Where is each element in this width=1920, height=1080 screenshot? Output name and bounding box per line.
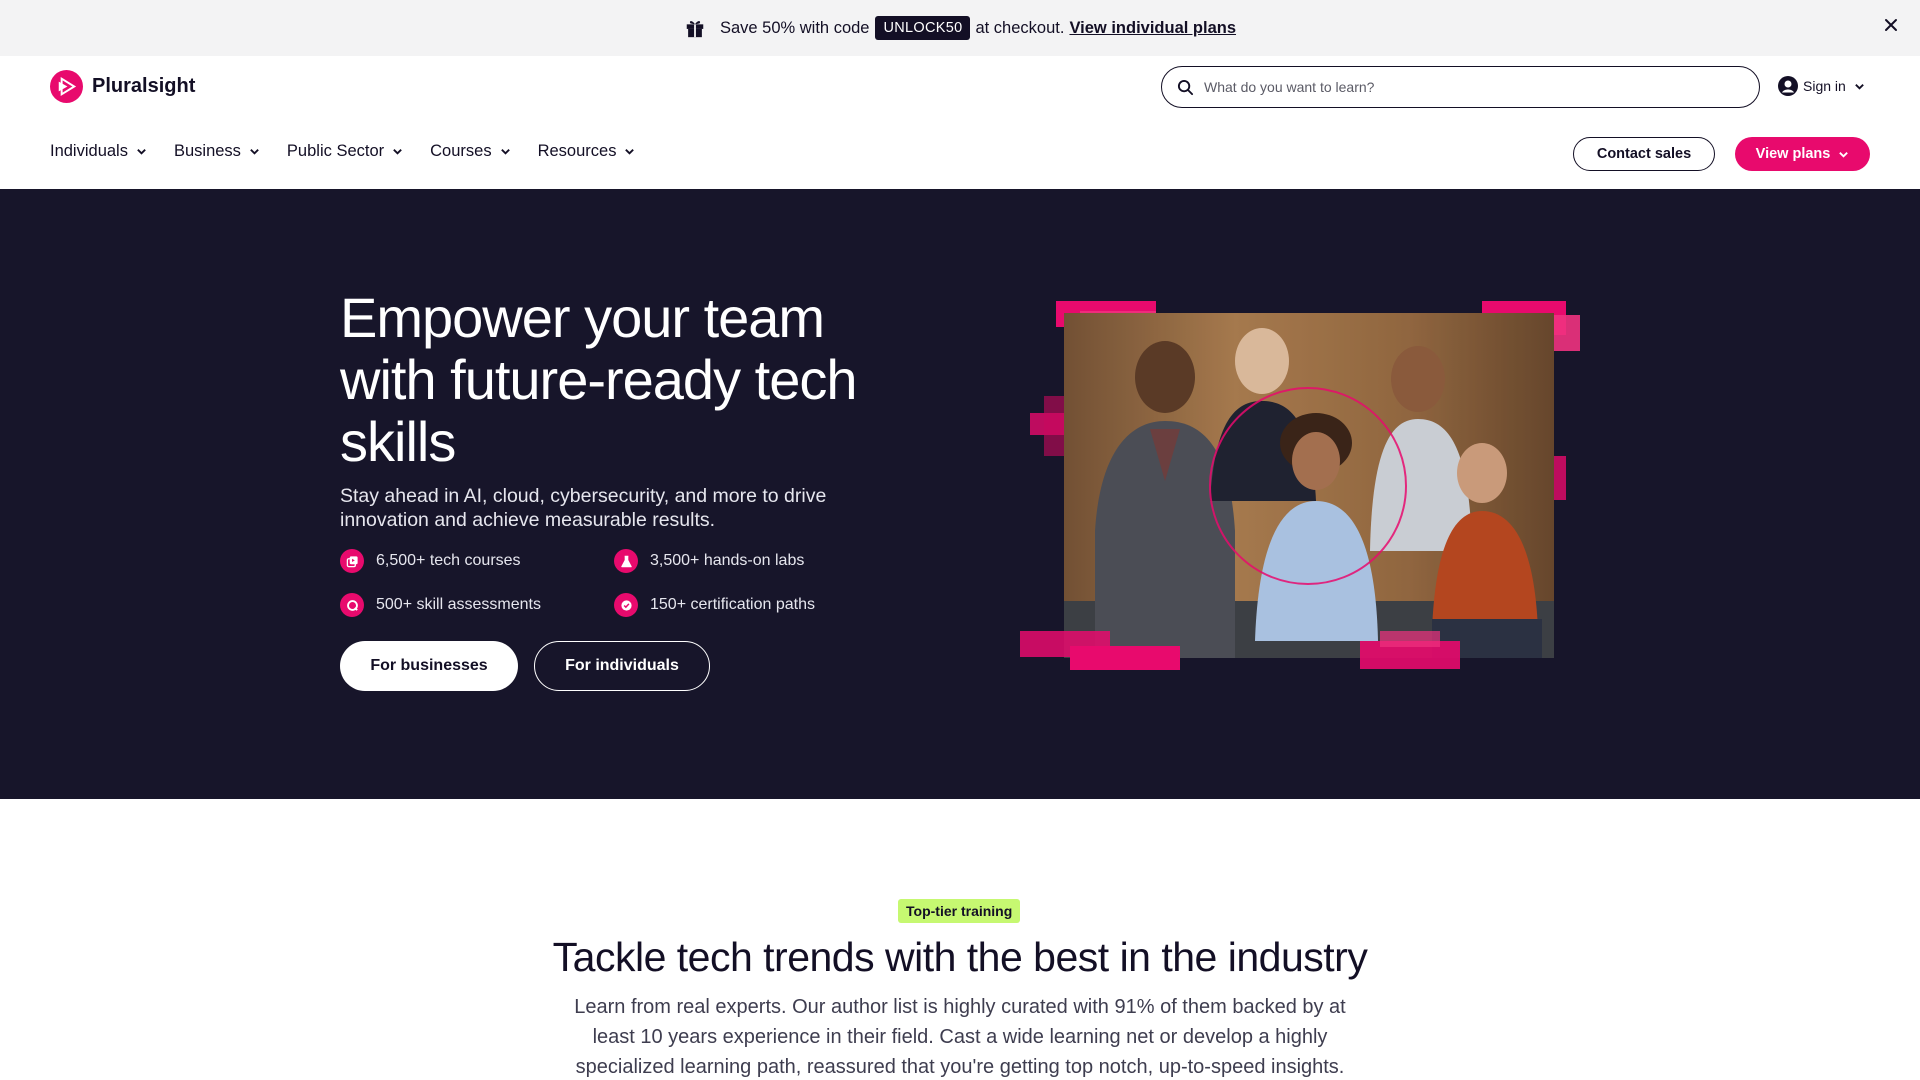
chevron-down-icon: [250, 149, 259, 155]
for-individuals-button[interactable]: For individuals: [534, 641, 710, 691]
stat-label: 6,500+ tech courses: [376, 552, 521, 569]
close-icon[interactable]: [1882, 16, 1900, 34]
sign-in-label: Sign in: [1803, 78, 1846, 94]
search-bar[interactable]: [1161, 66, 1760, 108]
logo[interactable]: Pluralsight: [50, 70, 195, 103]
stat-label: 500+ skill assessments: [376, 596, 541, 613]
promo-code-badge: UNLOCK50: [875, 16, 971, 40]
chevron-down-icon: [1839, 151, 1849, 158]
stat-item: 3,500+ hands-on labs: [614, 549, 888, 573]
view-individual-plans-link[interactable]: View individual plans: [1069, 19, 1236, 38]
nav-label: Resources: [537, 142, 617, 160]
hero-subtitle: Stay ahead in AI, cloud, cybersecurity, …: [340, 485, 827, 531]
stat-label: 150+ certification paths: [650, 596, 815, 613]
brand-name: Pluralsight: [92, 75, 196, 97]
stat-item: 6,500+ tech courses: [340, 549, 614, 573]
courses-icon: [340, 549, 364, 573]
gift-icon: [686, 21, 704, 38]
nav-item-public-sector[interactable]: Public Sector: [287, 142, 403, 161]
search-input[interactable]: [1204, 79, 1724, 95]
nav-label: Business: [173, 142, 241, 160]
search-icon: [1177, 79, 1194, 95]
chevron-down-icon: [1854, 83, 1864, 90]
chevron-down-icon: [137, 149, 146, 155]
contact-sales-button[interactable]: Contact sales: [1573, 137, 1715, 171]
hero-stats: 6,500+ tech courses 3,500+ hands-on labs…: [340, 549, 900, 617]
nav-item-resources[interactable]: Resources: [538, 142, 636, 161]
nav-label: Public Sector: [286, 142, 385, 160]
hero-section: Empower your team with future-ready tech…: [0, 189, 1920, 799]
nav-label: Individuals: [50, 142, 128, 160]
promo-banner: Save 50% with code UNLOCK50 at checkout.…: [0, 0, 1920, 56]
chevron-down-icon: [625, 149, 635, 155]
view-plans-button[interactable]: View plans: [1735, 137, 1870, 171]
site-header: Pluralsight Sign in Individuals Business: [0, 56, 1920, 189]
assessment-icon: [340, 593, 364, 617]
sign-in-menu[interactable]: Sign in: [1778, 76, 1865, 96]
promo-text: Save 50% with code: [719, 18, 870, 37]
section-title: Tackle tech trends with the best in the …: [552, 934, 1368, 980]
promo-text-after: at checkout.: [975, 18, 1065, 37]
nav-item-business[interactable]: Business: [174, 142, 260, 161]
chevron-down-icon: [500, 149, 510, 155]
hero-team-photo: [1020, 301, 1580, 670]
section-description: Learn from real experts. Our author list…: [574, 996, 1346, 1078]
hero-title: Empower your team with future-ready tech…: [340, 286, 857, 473]
main-nav: Individuals Business Public Sector Cours…: [50, 142, 662, 161]
lab-flask-icon: [614, 549, 638, 573]
view-plans-label: View plans: [1755, 146, 1831, 162]
nav-item-individuals[interactable]: Individuals: [50, 142, 147, 161]
user-avatar-icon: [1778, 76, 1798, 96]
nav-item-courses[interactable]: Courses: [430, 142, 510, 161]
top-tier-training-badge: Top-tier training: [898, 899, 1021, 923]
for-businesses-button[interactable]: For businesses: [340, 641, 518, 691]
certification-check-icon: [614, 593, 638, 617]
stat-item: 150+ certification paths: [614, 593, 888, 617]
chevron-down-icon: [393, 149, 402, 155]
stat-item: 500+ skill assessments: [340, 593, 614, 617]
nav-label: Courses: [430, 142, 492, 160]
stat-label: 3,500+ hands-on labs: [650, 552, 805, 569]
pluralsight-logo-icon: [50, 70, 83, 103]
